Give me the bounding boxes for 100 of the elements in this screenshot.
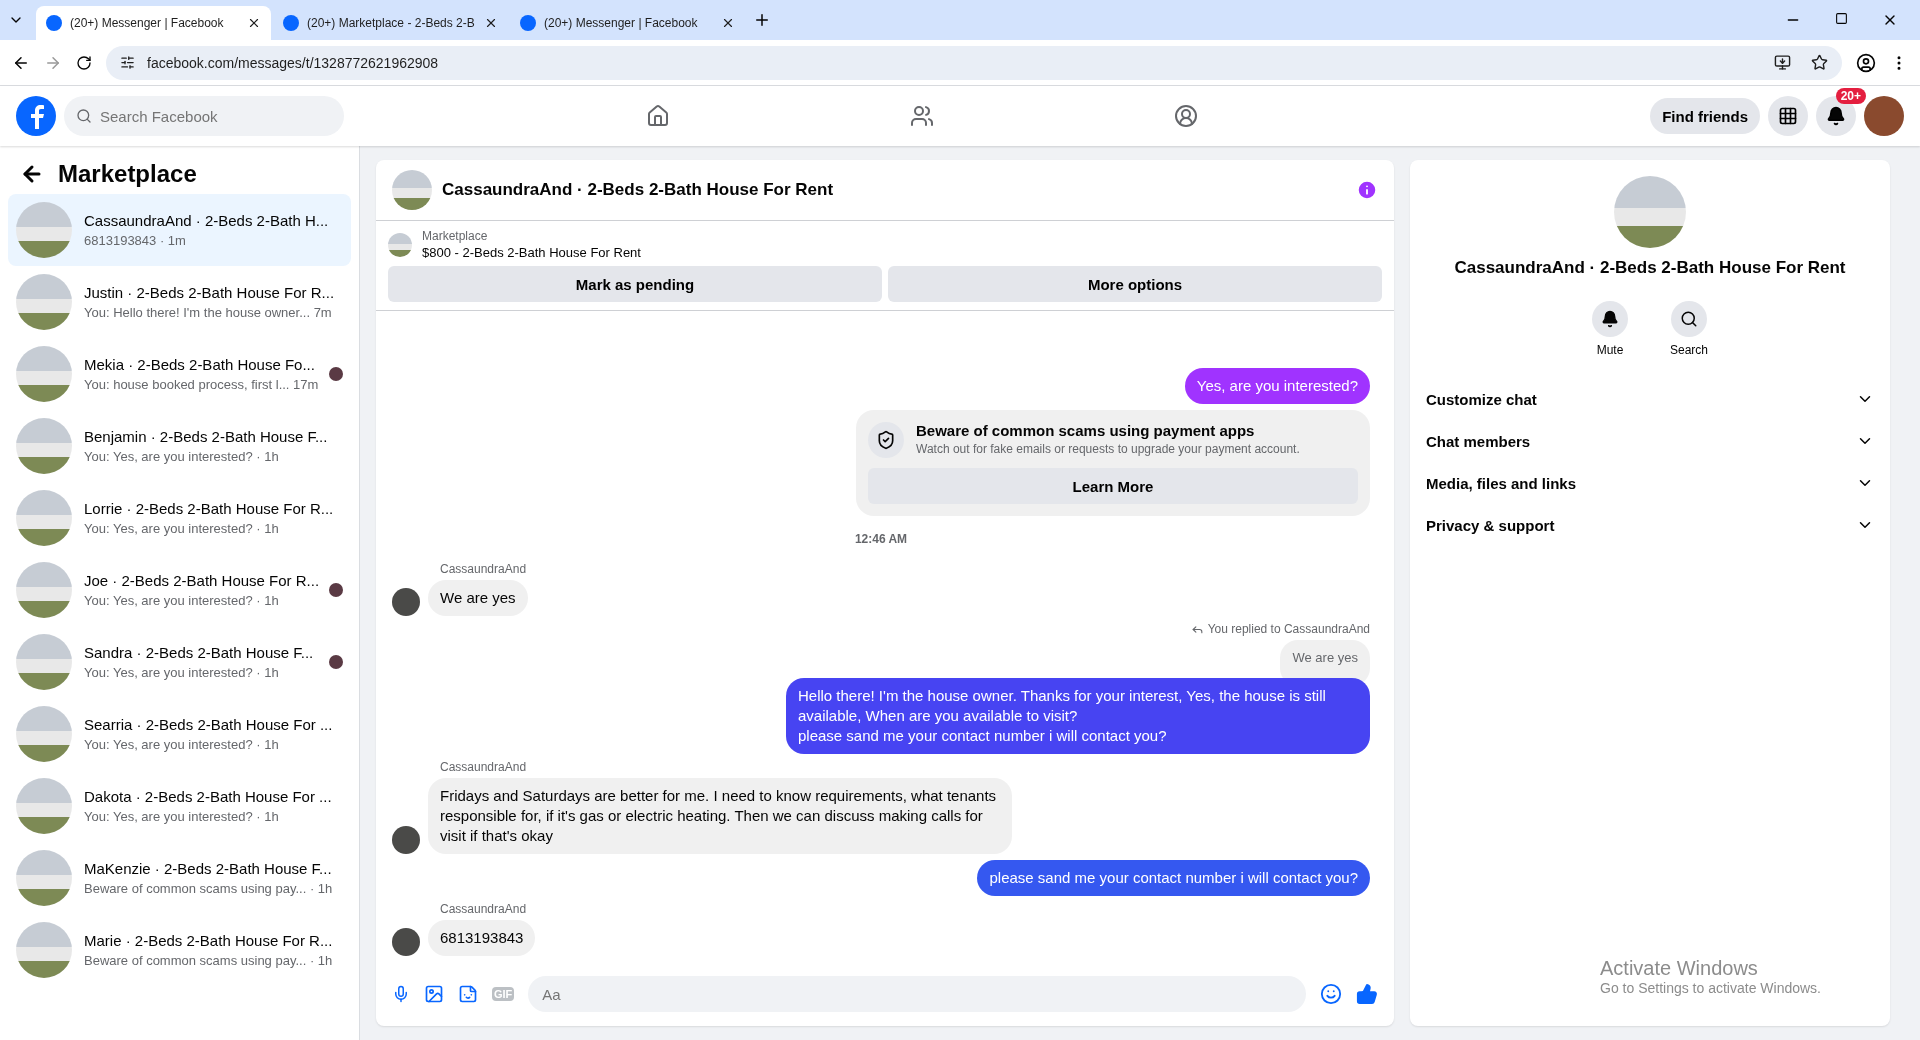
house-photo-placeholder: [16, 490, 72, 546]
restore-icon[interactable]: [1835, 12, 1848, 25]
activation-text: Go to Settings to activate Windows.: [1600, 980, 1821, 996]
incoming-message: 6813193843: [428, 920, 536, 956]
house-photo-placeholder: [16, 418, 72, 474]
conversation-title: Searria · 2-Beds 2-Bath House For ...: [84, 716, 334, 733]
sticker-icon[interactable]: [458, 984, 478, 1004]
conversation-title: Marie · 2-Beds 2-Bath House For R...: [84, 932, 334, 949]
conversation-preview: You: house booked process, first l... 17m: [84, 377, 317, 392]
conversation-item[interactable]: Dakota · 2-Beds 2-Bath House For ... You: Yes, are you interested? · 1h: [8, 770, 351, 842]
conversation-preview: You: Yes, are you interested? · 1h: [84, 665, 280, 680]
listing-title: $800 - 2-Beds 2-Bath House For Rent: [422, 245, 641, 260]
listing-action-button[interactable]: More options: [888, 266, 1382, 302]
details-action-button[interactable]: Search: [1664, 300, 1714, 358]
conversation-preview: You: Yes, are you interested? · 1h: [84, 449, 280, 464]
new-tab-icon[interactable]: [753, 11, 771, 29]
home-icon[interactable]: [646, 104, 671, 128]
emoji-icon[interactable]: [1320, 983, 1342, 1005]
conversation-item[interactable]: Justin · 2-Beds 2-Bath House For R... You: Hello there! I'm the house owner... 7m: [8, 266, 351, 338]
house-photo-placeholder: [16, 346, 72, 402]
conversation-preview: Beware of common scams using pay... · 1h: [84, 881, 334, 896]
conversation-item[interactable]: Marie · 2-Beds 2-Bath House For R... Beware of common scams using pay... · 1h: [8, 914, 351, 986]
conversation-item[interactable]: Joe · 2-Beds 2-Bath House For R... You: Yes, are you interested? · 1h: [8, 554, 351, 626]
house-photo-placeholder: [16, 634, 72, 690]
browser-tab[interactable]: (20+) Marketplace - 2-Beds 2-B: [273, 6, 508, 40]
conversation-preview: You: Yes, are you interested? · 1h: [84, 737, 280, 752]
close-tab-icon[interactable]: [484, 16, 498, 30]
sidebar-title: Marketplace: [58, 160, 197, 188]
details-title: CassaundraAnd · 2-Beds 2-Bath House For Rent: [1454, 258, 1846, 278]
sender-avatar: [392, 928, 420, 956]
house-photo-placeholder: [16, 274, 72, 330]
conversation-title: CassaundraAnd · 2-Beds 2-Bath H...: [84, 212, 330, 229]
thumbs-up-icon[interactable]: [1356, 983, 1378, 1005]
conversation-preview: You: Yes, are you interested? · 1h: [84, 593, 280, 608]
conversation-item[interactable]: Searria · 2-Beds 2-Bath House For ... You: Yes, are you interested? · 1h: [8, 698, 351, 770]
conversation-title: Benjamin · 2-Beds 2-Bath House F...: [84, 428, 329, 445]
message-input-field[interactable]: Aa: [528, 976, 1306, 1012]
conversation-preview: You: Yes, are you interested? · 1h: [84, 809, 280, 824]
search-icon: [1680, 310, 1698, 328]
conversation-item[interactable]: Benjamin · 2-Beds 2-Bath House F... You: Yes, are you interested? · 1h: [8, 410, 351, 482]
listing-label: Marketplace: [422, 229, 489, 243]
profile-icon[interactable]: [1856, 52, 1876, 73]
find-friends-button[interactable]: Find friends: [1650, 98, 1760, 134]
house-photo-placeholder: [16, 202, 72, 258]
incoming-message: Fridays and Saturdays are better for me. I need to know requirements, what tenants responsible for, if it's gas or electric heating. Then we can discuss making calls for visit if that's okay: [428, 778, 1012, 854]
conversation-item[interactable]: Lorrie · 2-Beds 2-Bath House For R... You: Yes, are you interested? · 1h: [8, 482, 351, 554]
listing-action-button[interactable]: Mark as pending: [388, 266, 882, 302]
learn-more-button[interactable]: Learn More: [868, 468, 1358, 504]
conversation-item[interactable]: Sandra · 2-Beds 2-Bath House F... You: Yes, are you interested? · 1h: [8, 626, 351, 698]
conversation-preview: 6813193843 · 1m: [84, 233, 187, 248]
bell-icon: [1601, 310, 1619, 328]
house-photo-placeholder: [392, 170, 432, 210]
house-photo-placeholder: [16, 850, 72, 906]
reply-note: You replied to CassaundraAnd: [1207, 622, 1370, 636]
chat-title: CassaundraAnd · 2-Beds 2-Bath House For Rent: [442, 180, 835, 200]
profile-circle-icon[interactable]: [1174, 104, 1199, 128]
friends-icon[interactable]: [910, 104, 935, 128]
browser-tab[interactable]: (20+) Messenger | Facebook: [36, 6, 271, 40]
outgoing-message: please sand me your contact number i will contact you?: [977, 860, 1370, 896]
conversation-title: Justin · 2-Beds 2-Bath House For R...: [84, 284, 336, 301]
details-section[interactable]: Media, files and links: [1426, 462, 1874, 504]
warning-text: Watch out for fake emails or requests to upgrade your payment account.: [916, 442, 1300, 456]
search-icon: [76, 108, 92, 124]
sender-name: CassaundraAnd: [439, 760, 528, 774]
grid-icon: [1778, 106, 1798, 126]
house-photo-placeholder: [388, 232, 412, 257]
details-section[interactable]: Privacy & support: [1426, 504, 1874, 546]
conversation-item[interactable]: MaKenzie · 2-Beds 2-Bath House F... Beware of common scams using pay... · 1h: [8, 842, 351, 914]
microphone-icon[interactable]: [392, 985, 410, 1003]
outgoing-message: Hello there! I'm the house owner. Thanks for your interest, Yes, the house is still available, When are you available to visit? please sand me your contact number i will contact you?: [786, 678, 1370, 754]
house-photo-placeholder: [16, 562, 72, 618]
house-photo-placeholder: [16, 706, 72, 762]
conversation-item[interactable]: Mekia · 2-Beds 2-Bath House Fo... You: house booked process, first l... 17m: [8, 338, 351, 410]
account-avatar[interactable]: [1864, 96, 1904, 136]
shield-icon: [868, 422, 904, 458]
close-tab-icon[interactable]: [247, 16, 261, 30]
notification-badge: 20+: [1835, 88, 1866, 104]
close-tab-icon[interactable]: [721, 16, 735, 30]
conversation-title: Lorrie · 2-Beds 2-Bath House For R...: [84, 500, 335, 517]
outgoing-message: Yes, are you interested?: [1184, 368, 1370, 404]
bell-icon: [1826, 106, 1846, 126]
photo-icon[interactable]: [424, 984, 444, 1004]
details-section[interactable]: Customize chat: [1426, 378, 1874, 420]
address-bar[interactable]: facebook.com/messages/t/1328772621962908: [106, 45, 1842, 80]
conversation-item[interactable]: CassaundraAnd · 2-Beds 2-Bath H... 6813193843 · 1m: [8, 194, 351, 266]
menu-grid-button[interactable]: [1768, 96, 1808, 136]
browser-tab[interactable]: (20+) Messenger | Facebook: [510, 6, 745, 40]
logo-icon[interactable]: [16, 96, 56, 136]
details-section[interactable]: Chat members: [1426, 420, 1874, 462]
house-photo-placeholder: [16, 922, 72, 978]
details-action-button[interactable]: Mute: [1586, 300, 1634, 358]
reload-icon[interactable]: [76, 54, 92, 71]
activation-title: Activate Windows: [1600, 957, 1759, 980]
sender-avatar: [392, 588, 420, 616]
conversation-title: MaKenzie · 2-Beds 2-Bath House F...: [84, 860, 333, 877]
conversation-title: Mekia · 2-Beds 2-Bath House Fo...: [84, 356, 316, 373]
conversation-preview: You: Hello there! I'm the house owner... 7m: [84, 305, 333, 320]
search-field[interactable]: Search Facebook: [64, 96, 344, 136]
info-icon[interactable]: [1356, 179, 1378, 201]
conversation-title: Sandra · 2-Beds 2-Bath House F...: [84, 644, 315, 661]
